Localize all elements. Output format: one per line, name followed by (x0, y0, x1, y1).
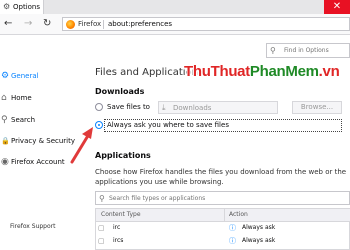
content-type-cell: irc (113, 224, 121, 231)
file-type-icon: ▢ (98, 237, 105, 245)
table-row[interactable]: ▢ ircs ⓘ Always ask (96, 235, 350, 247)
table-row[interactable]: ▢ irc ⓘ Always ask (96, 222, 350, 234)
content-type-cell: ircs (113, 237, 124, 244)
file-type-icon: ▢ (98, 224, 105, 232)
ask-icon: ⓘ (229, 224, 236, 232)
search-file-types-input[interactable]: ⚲ Search file types or applications (95, 191, 350, 205)
column-action[interactable]: Action (229, 209, 248, 221)
action-cell[interactable]: Always ask (242, 235, 275, 247)
column-content-type[interactable]: Content Type (101, 209, 141, 221)
column-divider (224, 209, 225, 221)
table-header: Content Type Action (96, 209, 350, 222)
applications-table: Content Type Action ▢ irc ⓘ Always ask ▢… (95, 208, 350, 250)
applications-description: Choose how Firefox handles the files you… (95, 168, 347, 186)
ask-icon: ⓘ (229, 237, 236, 245)
applications-heading: Applications (95, 151, 151, 160)
search-icon: ⚲ (99, 194, 105, 203)
action-cell[interactable]: Always ask (242, 222, 275, 234)
search-file-types-placeholder: Search file types or applications (109, 195, 206, 202)
